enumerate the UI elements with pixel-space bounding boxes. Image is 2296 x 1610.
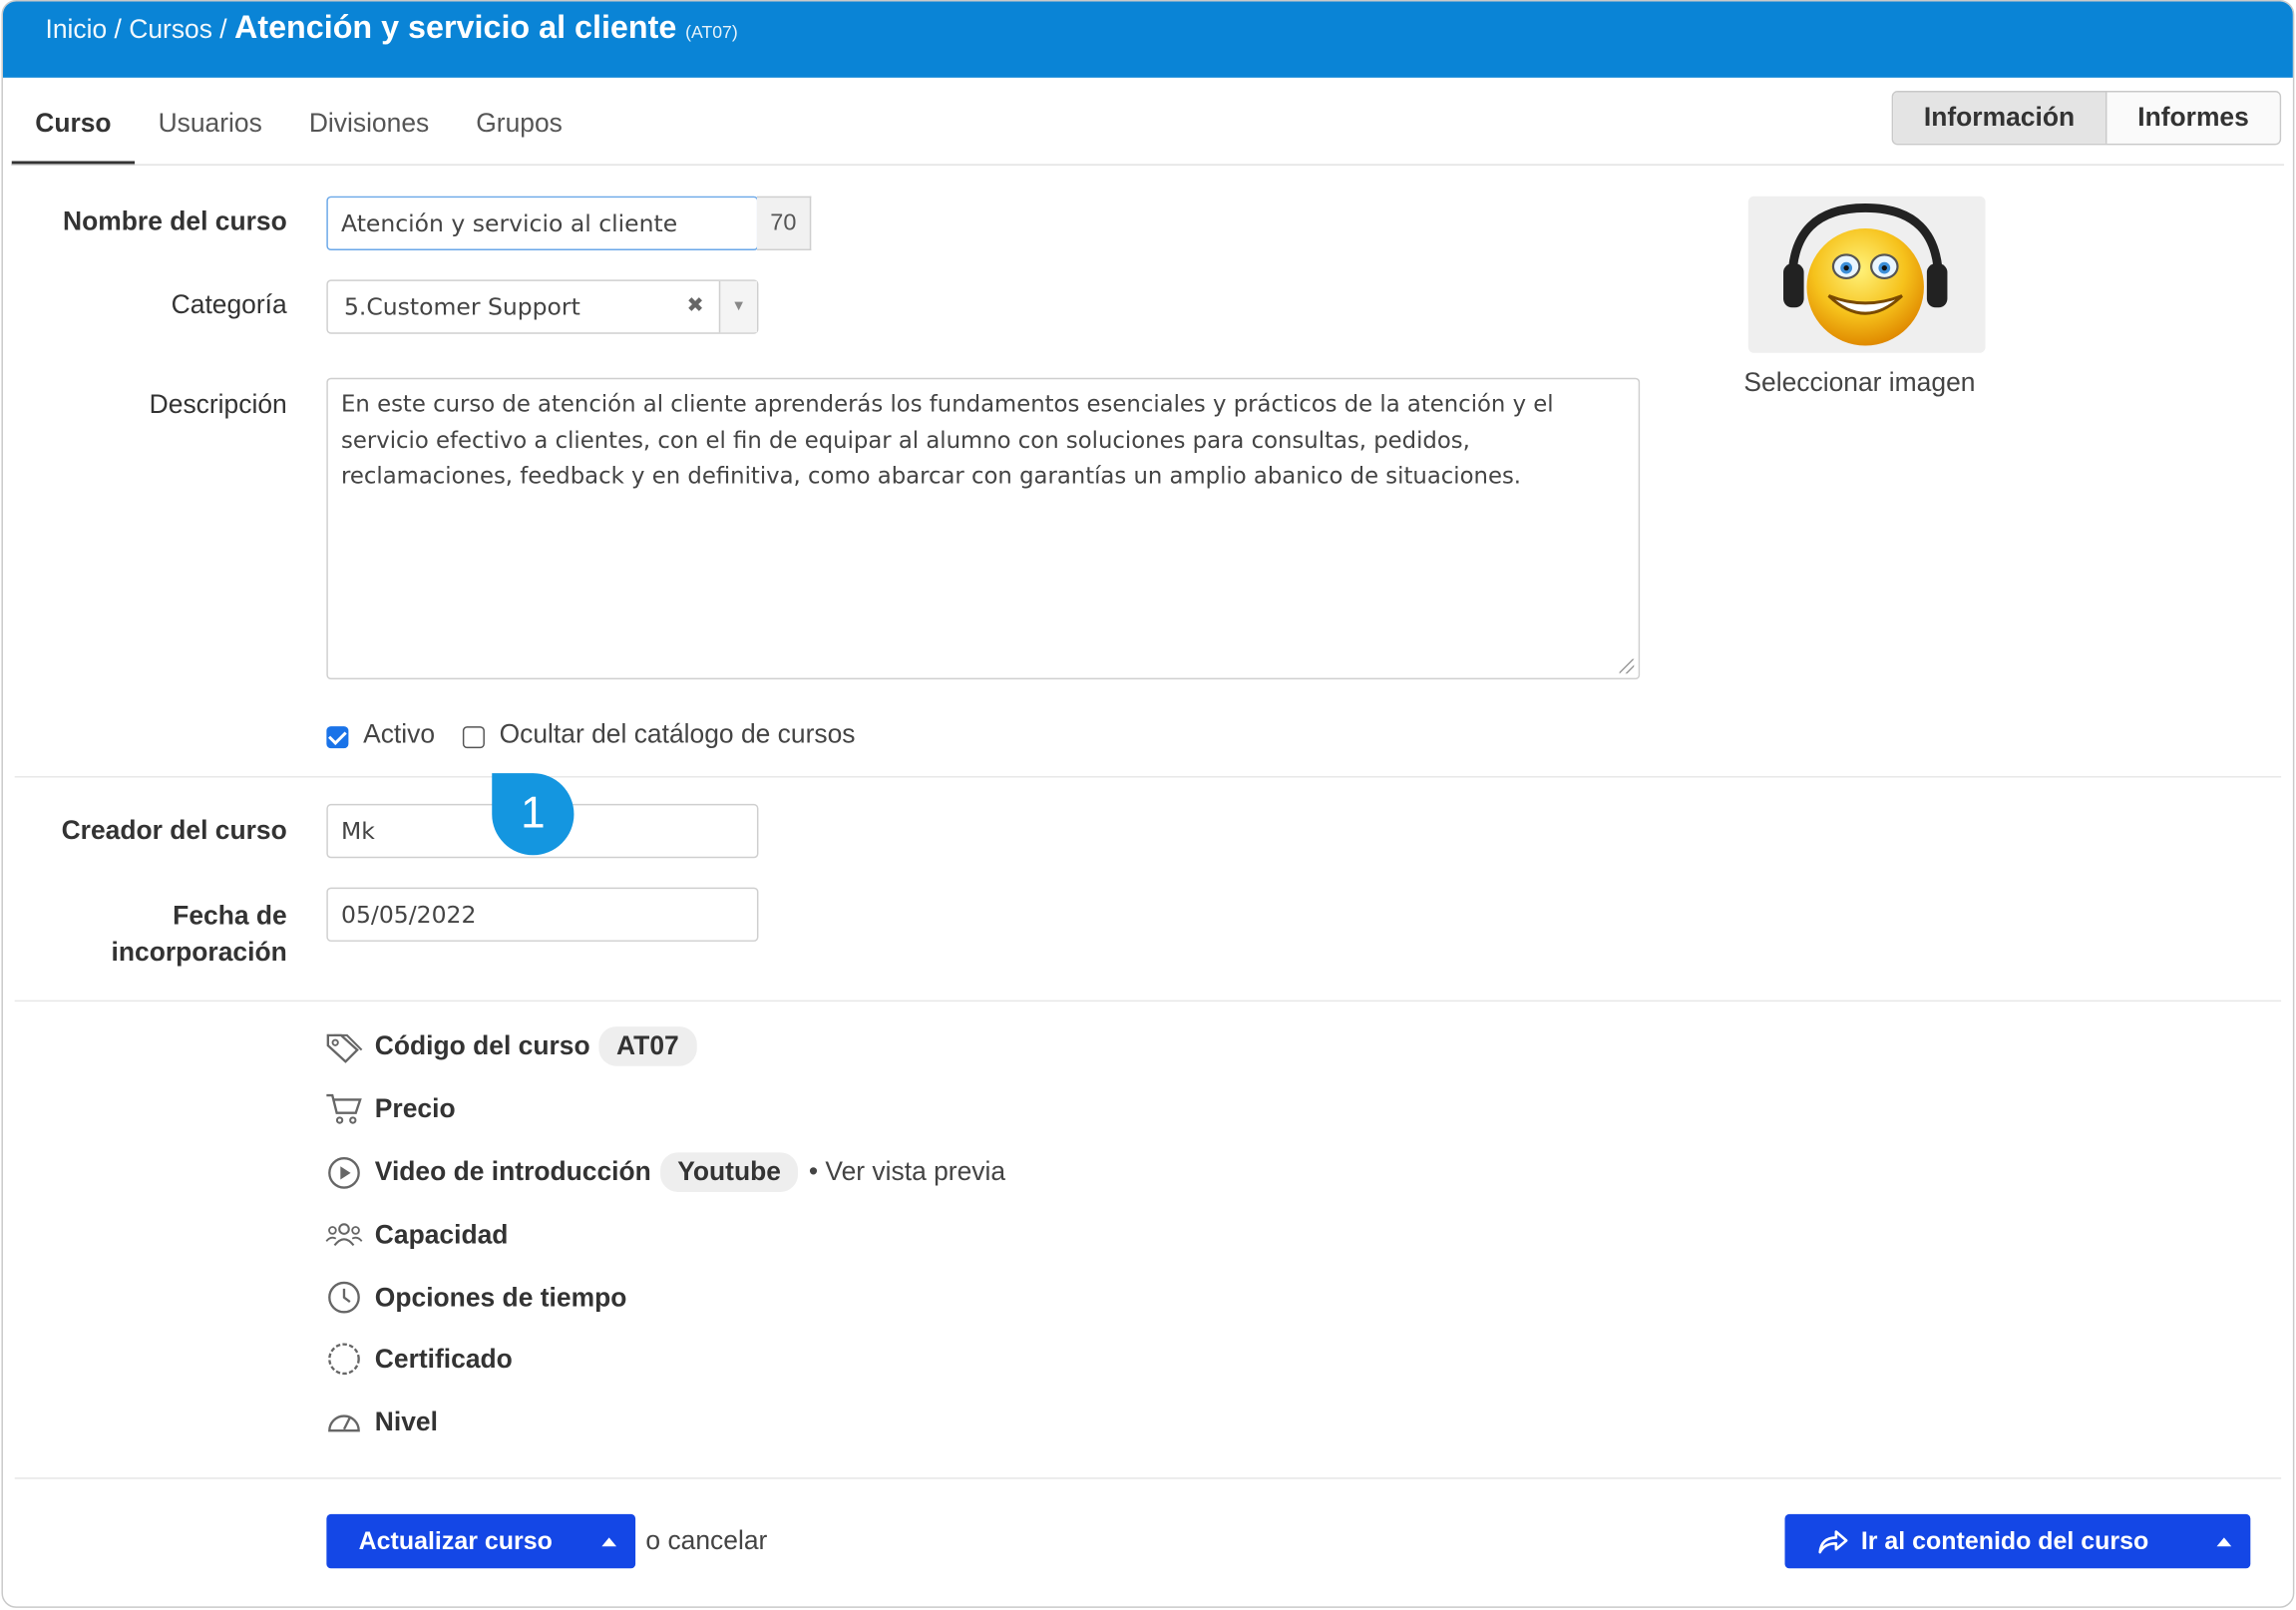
description-textarea[interactable]: En este curso de atención al cliente apr…	[326, 377, 1641, 680]
char-counter: 70	[756, 196, 812, 251]
certificate-badge-icon	[325, 1340, 363, 1378]
tab-grupos[interactable]: Grupos	[453, 90, 586, 166]
hide-from-catalog-checkbox[interactable]	[462, 726, 485, 749]
date-label-line2: incorporación	[111, 937, 287, 967]
course-image[interactable]	[1747, 196, 1986, 353]
breadcrumb-separator: /	[219, 14, 227, 45]
category-selected-value: 5.Customer Support	[343, 292, 580, 321]
description-label: Descripción	[149, 389, 287, 419]
date-input[interactable]: 05/05/2022	[326, 887, 759, 942]
cancel-link[interactable]: cancelar	[667, 1526, 767, 1555]
breadcrumb-courses-link[interactable]: Cursos	[129, 15, 212, 46]
description-text: En este curso de atención al cliente apr…	[341, 390, 1554, 490]
users-group-icon	[325, 1215, 363, 1253]
video-provider-pill: Youtube	[659, 1152, 799, 1192]
breadcrumb-separator: /	[114, 14, 122, 45]
info-toggle-button[interactable]: Información	[1893, 92, 2107, 144]
caret-up-icon[interactable]	[601, 1537, 617, 1547]
course-code-row[interactable]: Código del curso AT07	[325, 1026, 697, 1066]
course-code-label: Código del curso	[374, 1030, 590, 1060]
go-to-content-label: Ir al contenido del curso	[1860, 1526, 2149, 1555]
caret-up-icon[interactable]	[2216, 1537, 2232, 1547]
course-code-pill: AT07	[598, 1026, 697, 1066]
breadcrumb: Inicio / Cursos / Atención y servicio al…	[2, 1, 2293, 78]
tag-icon	[325, 1027, 363, 1065]
cancel-area: o cancelar	[645, 1526, 767, 1557]
section-divider	[14, 776, 2282, 778]
category-label: Categoría	[171, 289, 287, 320]
tabs-divider	[11, 164, 2285, 166]
date-label: Fecha de incorporación	[23, 898, 287, 971]
level-row[interactable]: Nivel	[325, 1403, 438, 1440]
share-arrow-icon	[1817, 1528, 1849, 1554]
intro-video-label: Video de introducción	[374, 1156, 651, 1187]
chevron-down-icon[interactable]: ▼	[718, 280, 757, 333]
hide-from-catalog-label: Ocultar del catálogo de cursos	[499, 718, 856, 749]
date-label-line1: Fecha de	[173, 900, 287, 931]
time-options-label: Opciones de tiempo	[374, 1282, 627, 1312]
tab-divisiones[interactable]: Divisiones	[285, 90, 452, 166]
intro-video-row[interactable]: Video de introducción Youtube • Ver vist…	[325, 1152, 1005, 1192]
or-text: o	[645, 1525, 661, 1556]
active-checkbox[interactable]	[326, 726, 349, 749]
page-title: Atención y servicio al cliente	[233, 8, 677, 46]
course-name-label: Nombre del curso	[63, 205, 287, 236]
step-callout-marker: 1	[492, 773, 574, 856]
play-circle-icon	[325, 1153, 363, 1191]
update-course-button[interactable]: Actualizar curso	[326, 1513, 636, 1569]
certificate-label: Certificado	[374, 1343, 513, 1374]
section-divider	[14, 1477, 2282, 1479]
video-preview-link[interactable]: • Ver vista previa	[809, 1157, 1005, 1188]
price-row[interactable]: Precio	[325, 1089, 456, 1127]
clock-icon	[325, 1279, 363, 1317]
breadcrumb-home-link[interactable]: Inicio	[46, 15, 108, 46]
resize-handle-icon[interactable]	[1619, 658, 1635, 674]
price-label: Precio	[374, 1092, 456, 1123]
view-toggle: Información Informes	[1891, 91, 2282, 146]
update-course-label: Actualizar curso	[358, 1526, 553, 1555]
capacity-label: Capacidad	[374, 1219, 509, 1249]
time-options-row[interactable]: Opciones de tiempo	[325, 1279, 626, 1317]
gauge-icon	[325, 1403, 363, 1440]
active-checkbox-label: Activo	[363, 718, 436, 749]
creator-label: Creador del curso	[61, 815, 287, 846]
course-settings-window: Inicio / Cursos / Atención y servicio al…	[1, 0, 2295, 1608]
certificate-row[interactable]: Certificado	[325, 1340, 513, 1378]
course-tabs: Curso Usuarios Divisiones Grupos	[11, 90, 586, 166]
select-image-link[interactable]: Seleccionar imagen	[1743, 367, 1975, 398]
clear-category-icon[interactable]: ✖	[686, 293, 703, 318]
tab-curso[interactable]: Curso	[11, 90, 136, 166]
reports-toggle-button[interactable]: Informes	[2106, 92, 2280, 144]
cart-icon	[325, 1089, 363, 1127]
course-name-input[interactable]: Atención y servicio al cliente	[326, 196, 759, 251]
smiley-headphones-image	[1783, 203, 1948, 346]
go-to-content-button[interactable]: Ir al contenido del curso	[1784, 1513, 2251, 1569]
tab-usuarios[interactable]: Usuarios	[135, 90, 285, 166]
level-label: Nivel	[374, 1407, 438, 1436]
section-divider	[14, 1000, 2282, 1003]
capacity-row[interactable]: Capacidad	[325, 1215, 509, 1253]
course-code-badge: (AT07)	[685, 22, 738, 43]
